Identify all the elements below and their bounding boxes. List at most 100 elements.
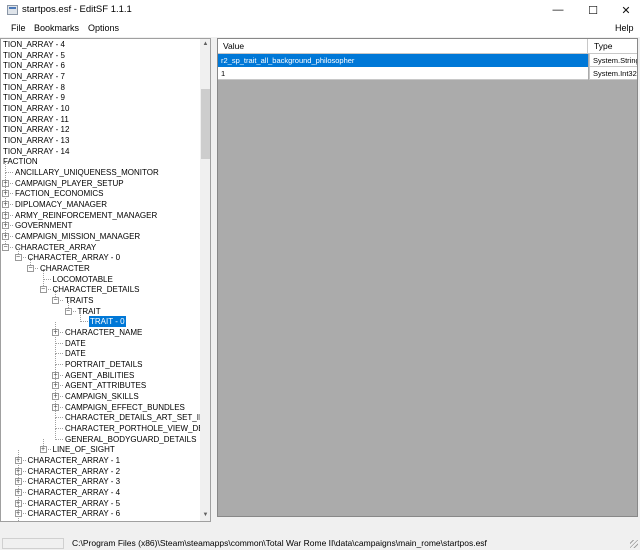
tree-node-label: CHARACTER_PORTHOLE_VIEW_DETAI: [65, 424, 211, 434]
tree-node[interactable]: + CHARACTER_ARRAY - 4: [1, 482, 200, 498]
tree-node[interactable]: DATE: [1, 343, 200, 359]
tree-node[interactable]: + CHARACTER_ARRAY - 7: [1, 514, 200, 522]
collapse-icon[interactable]: −: [39, 286, 47, 294]
column-header-type[interactable]: Type: [589, 39, 637, 54]
tree-node[interactable]: − CHARACTER_ARRAY: [1, 236, 200, 253]
tree-node[interactable]: TION_ARRAY - 13: [1, 135, 200, 146]
tree-node-label: TION_ARRAY - 6: [3, 61, 65, 71]
tree-node[interactable]: TION_ARRAY - 9: [1, 92, 200, 103]
tree-node-label: AGENT_ABILITIES: [65, 370, 135, 380]
tree-node[interactable]: LOCOMOTABLE: [1, 268, 200, 285]
tree-node-label: TION_ARRAY - 4: [3, 40, 65, 49]
tree-node-label: CHARACTER_ARRAY - 0: [27, 253, 121, 263]
collapse-icon[interactable]: −: [64, 307, 72, 315]
tree-node[interactable]: TION_ARRAY - 10: [1, 103, 200, 114]
tree-node[interactable]: TION_ARRAY - 14: [1, 146, 200, 157]
tree-node-label: CHARACTER_ARRAY - 1: [27, 456, 121, 466]
tree-node[interactable]: + GOVERNMENT: [1, 215, 200, 231]
tree-node[interactable]: + CAMPAIGN_MISSION_MANAGER: [1, 226, 200, 242]
type-cell: System.Int32: [589, 67, 637, 80]
tree-node[interactable]: TION_ARRAY - 8: [1, 82, 200, 93]
minimize-button[interactable]: —: [542, 0, 574, 20]
tree-node[interactable]: + CHARACTER_ARRAY - 5: [1, 492, 200, 509]
tree-node[interactable]: + DIPLOMACY_MANAGER: [1, 194, 200, 210]
value-cell[interactable]: r2_sp_trait_all_background_philosopher: [218, 54, 588, 67]
tree-node-label: ANCILLARY_UNIQUENESS_MONITOR: [15, 168, 159, 178]
scroll-thumb[interactable]: [201, 89, 210, 159]
column-header-value[interactable]: Value: [218, 39, 588, 54]
tree-node[interactable]: + CAMPAIGN_EFFECT_BUNDLES: [1, 396, 200, 413]
scroll-down-icon[interactable]: ▼: [200, 510, 210, 521]
tree-node[interactable]: TION_ARRAY - 4: [1, 39, 200, 50]
tree-view[interactable]: TION_ARRAY - 4 TION_ARRAY - 5 TION_ARRAY -…: [0, 38, 211, 522]
tree-node[interactable]: CHARACTER_PORTHOLE_VIEW_DETAI: [1, 418, 210, 434]
tree-node[interactable]: TION_ARRAY - 5: [1, 50, 200, 61]
tree-connector: [42, 278, 51, 280]
scroll-up-icon[interactable]: ▲: [200, 39, 210, 50]
tree-node[interactable]: + FACTION_ECONOMICS: [1, 183, 200, 199]
status-bar: C:\Program Files (x86)\Steam\steamapps\c…: [0, 536, 640, 550]
tree-node-label: DIPLOMACY_MANAGER: [15, 200, 108, 210]
grid-row[interactable]: r2_sp_trait_all_background_philosopher S…: [218, 54, 637, 67]
tree-node[interactable]: − TRAIT: [1, 300, 200, 317]
tree-node[interactable]: DATE: [1, 332, 200, 349]
tree-node[interactable]: TION_ARRAY - 12: [1, 124, 200, 135]
grid-header: Value Type: [218, 39, 637, 54]
tree-node[interactable]: FACTION: [1, 156, 200, 167]
collapse-icon[interactable]: −: [52, 297, 59, 305]
maximize-button[interactable]: ☐: [577, 0, 609, 20]
tree-node[interactable]: + CAMPAIGN_PLAYER_SETUP: [1, 172, 200, 189]
tree-node[interactable]: PORTRAIT_DETAILS: [1, 354, 200, 370]
tree-node[interactable]: + CHARACTER_ARRAY - 2: [1, 460, 200, 477]
tree-node[interactable]: + AGENT_ABILITIES: [1, 364, 200, 381]
collapse-icon[interactable]: −: [14, 254, 22, 262]
tree-connector: [55, 417, 63, 419]
close-button[interactable]: ✕: [610, 0, 640, 20]
tree-node-label: CHARACTER_ARRAY - 2: [27, 466, 121, 476]
tree-node[interactable]: + ARMY_REINFORCEMENT_MANAGER: [1, 204, 200, 221]
resize-grip-icon[interactable]: [630, 540, 638, 548]
tree-node[interactable]: TION_ARRAY - 6: [1, 60, 200, 71]
tree-node[interactable]: + CHARACTER_ARRAY - 3: [1, 471, 200, 487]
tree-connector: [80, 311, 81, 323]
tree-node[interactable]: TRAIT - 0: [1, 311, 200, 329]
menu-help[interactable]: Help: [615, 23, 634, 33]
tree-node[interactable]: + CAMPAIGN_SKILLS: [1, 386, 200, 402]
value-cell[interactable]: 1: [218, 67, 588, 80]
tree-node[interactable]: + CHARACTER_ARRAY - 6: [1, 503, 200, 519]
tree-node[interactable]: + CHARACTER_ARRAY - 1: [1, 450, 200, 466]
grid-row[interactable]: 1 System.Int32: [218, 67, 637, 80]
collapse-icon[interactable]: −: [2, 243, 9, 251]
tree-node[interactable]: CHARACTER_DETAILS_ART_SET_INFO: [1, 407, 210, 423]
menu-bar: File Bookmarks Options Help: [0, 20, 640, 37]
expand-icon[interactable]: +: [39, 446, 47, 454]
tree-node[interactable]: TION_ARRAY - 7: [1, 71, 200, 82]
tree-node-label: CAMPAIGN_MISSION_MANAGER: [15, 232, 141, 242]
tree-node[interactable]: + AGENT_ATTRIBUTES: [1, 375, 200, 391]
tree-connector: [55, 407, 56, 419]
tree-scrollbar[interactable]: ▲ ▼: [200, 39, 210, 521]
tree-node-label: TION_ARRAY - 5: [3, 50, 65, 60]
tree-node-label: TRAIT - 0: [88, 315, 127, 329]
file-path: C:\Program Files (x86)\Steam\steamapps\c…: [72, 538, 487, 548]
tree-node[interactable]: − CHARACTER: [1, 258, 200, 274]
tree-connector: [55, 428, 63, 430]
tree-node-label: TION_ARRAY - 10: [3, 104, 70, 114]
tree-node-label: CHARACTER: [40, 264, 90, 274]
tree-node[interactable]: + CHARACTER_NAME: [1, 322, 200, 338]
tree-node-label: CHARACTER_ARRAY - 5: [27, 498, 121, 508]
tree-node[interactable]: − CHARACTER_DETAILS: [1, 279, 200, 295]
tree-connector: [55, 438, 63, 440]
tree-connector: [55, 354, 56, 366]
menu-options[interactable]: Options: [88, 23, 119, 33]
collapse-icon[interactable]: −: [27, 265, 34, 273]
menu-file[interactable]: File: [11, 23, 26, 33]
tree-node[interactable]: TION_ARRAY - 11: [1, 114, 200, 125]
expand-icon[interactable]: +: [15, 521, 22, 522]
tree-node[interactable]: + LINE_OF_SIGHT: [1, 439, 200, 455]
tree-node[interactable]: GENERAL_BODYGUARD_DETAILS: [1, 428, 200, 445]
tree-connector: [5, 172, 13, 174]
tree-node[interactable]: ANCILLARY_UNIQUENESS_MONITOR: [1, 162, 200, 178]
tree-node[interactable]: − TRAITS: [1, 290, 200, 306]
menu-bookmarks[interactable]: Bookmarks: [34, 23, 79, 33]
